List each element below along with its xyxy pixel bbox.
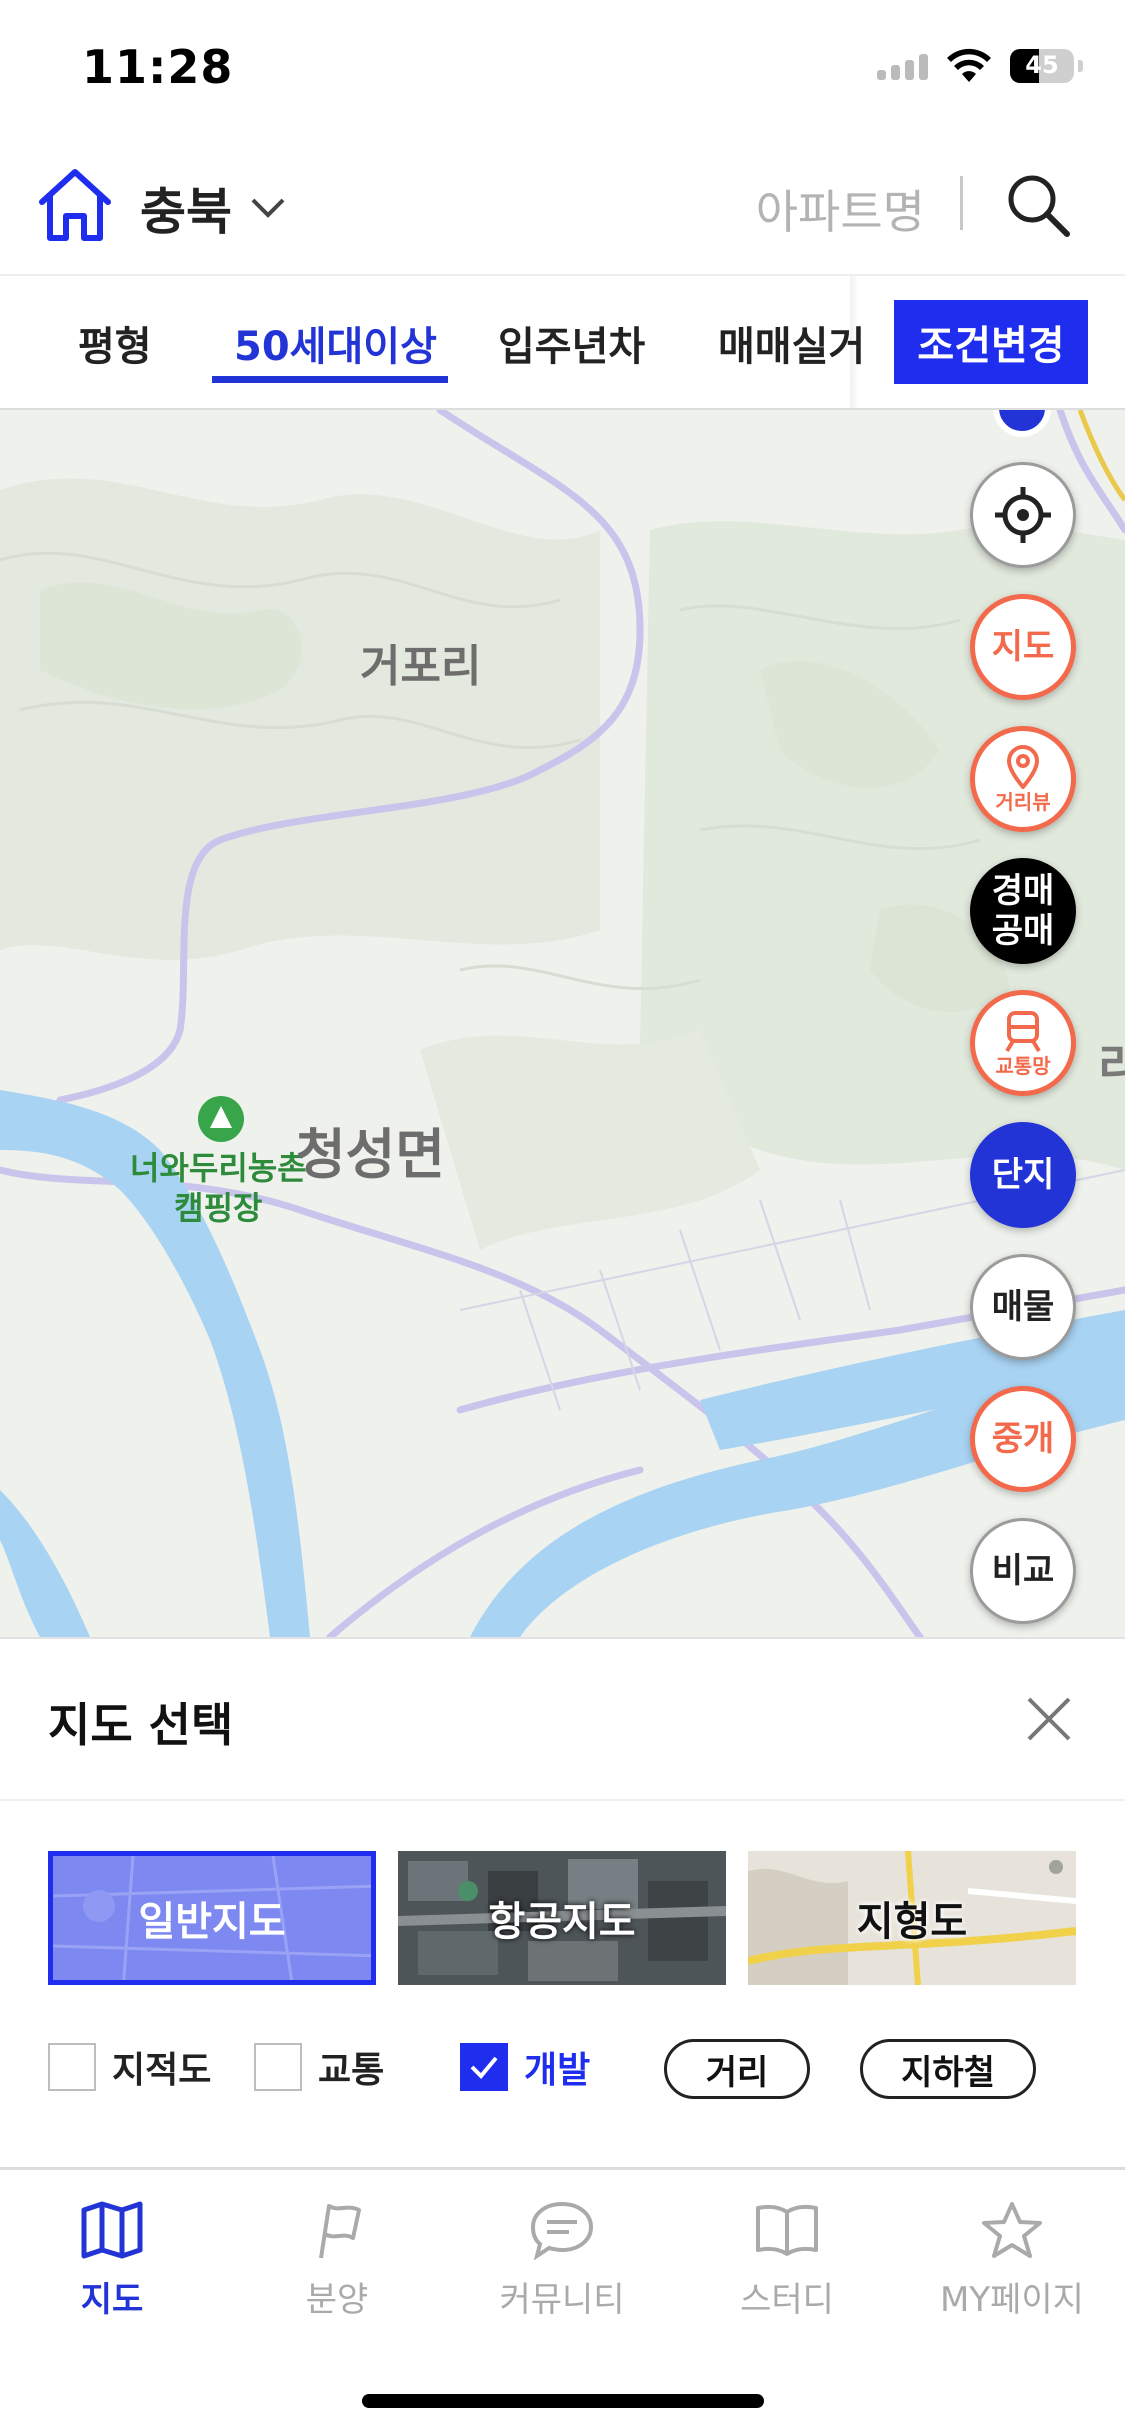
active-tab-underline xyxy=(212,376,448,383)
map-view[interactable]: 거포리 너와두리농촌 캠핑장 청성면 리 지도 거리뷰 경매 공매 교통망 단지… xyxy=(0,410,1125,1637)
nav-label-my-page: MY페이지 xyxy=(940,2280,1084,2320)
home-icon[interactable] xyxy=(34,164,116,246)
compare-button[interactable]: 비교 xyxy=(970,1518,1076,1624)
filter-tab-size[interactable]: 평형 xyxy=(78,314,152,372)
map-terrain xyxy=(0,410,1125,1637)
listing-label: 매물 xyxy=(991,1287,1055,1327)
filter-tab-move-in-year[interactable]: 입주년차 xyxy=(498,314,645,372)
sheet-title: 지도 선택 xyxy=(48,1698,234,1752)
cadastral-checkbox[interactable] xyxy=(48,2043,96,2091)
status-time: 11:28 xyxy=(82,40,234,94)
option-cadastral[interactable]: 지적도 xyxy=(48,2041,211,2093)
battery-icon: 45 xyxy=(1010,49,1074,83)
nav-item-my-page[interactable]: MY페이지 xyxy=(912,2200,1112,2321)
book-icon xyxy=(756,2204,818,2256)
broker-label: 중개 xyxy=(991,1419,1055,1459)
apartment-search-field[interactable]: 아파트명 xyxy=(756,176,925,242)
map-label-partial: 리 xyxy=(1098,1039,1125,1093)
train-icon xyxy=(1005,1011,1041,1053)
listing-button[interactable]: 매물 xyxy=(970,1254,1076,1360)
option-traffic[interactable]: 교통 xyxy=(254,2041,384,2093)
map-label-camping[interactable]: 너와두리농촌 캠핑장 xyxy=(130,1148,307,1228)
filter-scroll-fade xyxy=(850,276,858,408)
close-icon[interactable] xyxy=(1023,1693,1075,1745)
development-checkbox[interactable] xyxy=(460,2043,508,2091)
status-icons: 45 xyxy=(877,48,1083,84)
star-icon xyxy=(982,2202,1042,2258)
map-type-aerial[interactable]: 항공지도 xyxy=(398,1851,726,1985)
map-icon xyxy=(81,2201,143,2259)
change-conditions-button[interactable]: 조건변경 xyxy=(894,300,1088,384)
nav-label-presale: 분양 xyxy=(305,2280,369,2320)
map-label-district: 청성면 xyxy=(296,1123,446,1186)
broker-button[interactable]: 중개 xyxy=(970,1386,1076,1492)
map-select-sheet: 지도 선택 일반지도 항공지도 지형도 지적도 교통 개발 거리 지하철 xyxy=(0,1637,1125,2167)
nav-item-presale[interactable]: 분양 xyxy=(237,2200,437,2321)
top-header: 충북 아파트명 xyxy=(0,140,1125,276)
auction-label-line1: 경매 xyxy=(991,871,1055,911)
complex-button[interactable]: 단지 xyxy=(970,1122,1076,1228)
street-view-button[interactable]: 거리뷰 xyxy=(970,726,1076,832)
traffic-checkbox[interactable] xyxy=(254,2043,302,2091)
map-type-general[interactable]: 일반지도 xyxy=(48,1851,376,1985)
auction-button[interactable]: 경매 공매 xyxy=(970,858,1076,964)
region-selector[interactable]: 충북 xyxy=(140,172,286,244)
complex-label: 단지 xyxy=(991,1155,1055,1195)
filter-tab-50-households[interactable]: 50세대이상 xyxy=(234,314,437,372)
map-type-terrain-label: 지형도 xyxy=(856,1899,968,1945)
map-type-general-label: 일반지도 xyxy=(138,1899,286,1945)
map-type-terrain[interactable]: 지형도 xyxy=(748,1851,1076,1985)
nav-label-community: 커뮤니티 xyxy=(499,2280,625,2320)
auction-label-line2: 공매 xyxy=(991,911,1055,951)
camping-icon[interactable] xyxy=(198,1096,244,1142)
cadastral-label: 지적도 xyxy=(112,2050,212,2091)
home-indicator xyxy=(362,2394,764,2408)
transit-label: 교통망 xyxy=(995,1054,1051,1078)
search-icon[interactable] xyxy=(1003,170,1073,240)
header-divider xyxy=(960,176,963,230)
location-pin-icon xyxy=(1006,745,1040,789)
nav-item-community[interactable]: 커뮤니티 xyxy=(462,2200,662,2321)
camping-label-line2: 캠핑장 xyxy=(174,1189,263,1227)
map-type-aerial-label: 항공지도 xyxy=(488,1899,636,1945)
crosshair-icon xyxy=(995,487,1051,543)
checkmark-icon xyxy=(470,2056,498,2079)
development-label: 개발 xyxy=(524,2050,591,2091)
compare-label: 비교 xyxy=(991,1551,1055,1591)
battery-level: 45 xyxy=(1025,51,1059,79)
filter-tab-sales-price[interactable]: 매매실거 xyxy=(718,314,865,372)
nav-label-map: 지도 xyxy=(80,2280,144,2320)
traffic-label: 교통 xyxy=(318,2050,385,2091)
chat-bubble-icon xyxy=(530,2201,594,2260)
option-development[interactable]: 개발 xyxy=(460,2041,590,2093)
flag-icon xyxy=(319,2204,361,2259)
status-bar: 11:28 45 xyxy=(0,0,1125,140)
transit-button[interactable]: 교통망 xyxy=(970,990,1076,1096)
battery-tip xyxy=(1078,60,1083,72)
map-label-village: 거포리 xyxy=(360,641,482,692)
cellular-signal-icon xyxy=(877,52,928,80)
map-layer-button[interactable]: 지도 xyxy=(970,594,1076,700)
distance-button[interactable]: 거리 xyxy=(664,2039,810,2099)
camping-label-line1: 너와두리농촌 xyxy=(130,1149,307,1187)
wifi-icon xyxy=(947,48,991,82)
region-label: 충북 xyxy=(140,183,232,241)
sheet-divider xyxy=(0,1799,1125,1801)
nav-label-study: 스터디 xyxy=(740,2280,834,2320)
filter-bar: 평형 50세대이상 입주년차 매매실거 조건변경 xyxy=(0,276,1125,410)
map-layer-label: 지도 xyxy=(991,627,1055,667)
nav-item-study[interactable]: 스터디 xyxy=(687,2200,887,2321)
street-view-label: 거리뷰 xyxy=(995,790,1051,814)
nav-item-map[interactable]: 지도 xyxy=(12,2200,212,2321)
chevron-down-icon xyxy=(251,198,285,218)
locate-button[interactable] xyxy=(970,462,1076,568)
subway-button[interactable]: 지하철 xyxy=(860,2039,1036,2099)
